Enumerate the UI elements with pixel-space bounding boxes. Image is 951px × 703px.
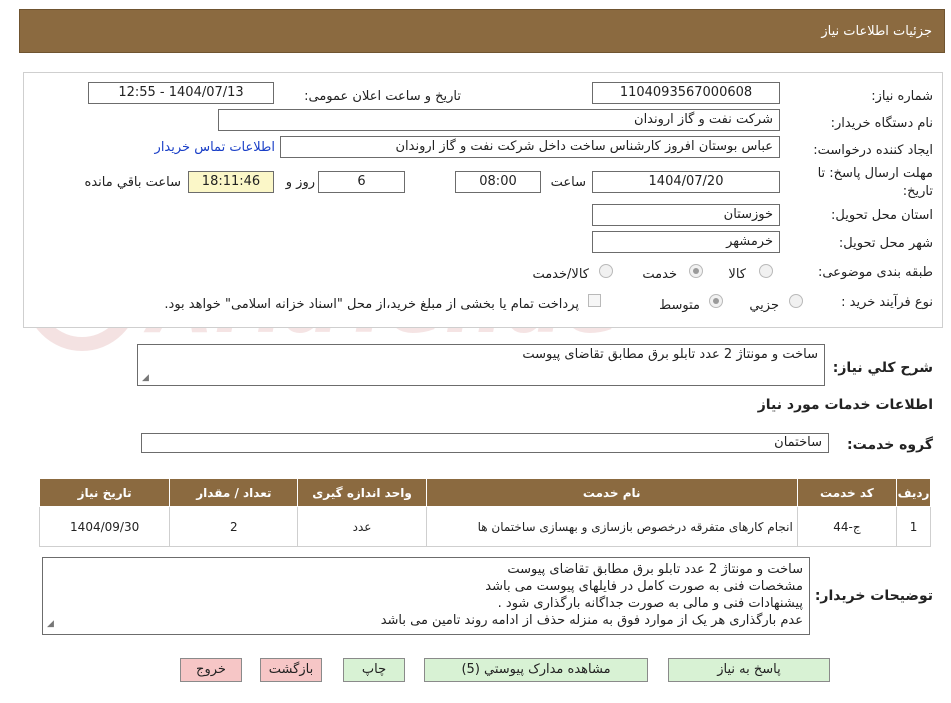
col-header-service-name: نام خدمت <box>425 478 798 507</box>
process-radio-minor[interactable] <box>789 294 803 308</box>
process-option-medium: متوسط <box>659 298 700 313</box>
buyer-notes-label: توضیحات خریدار: <box>814 588 933 604</box>
remaining-label: ساعت باقي مانده <box>84 175 181 190</box>
category-option-service: خدمت <box>642 267 677 282</box>
general-desc-label: شرح كلي نياز: <box>832 360 933 376</box>
deadline-time-label: ساعت <box>550 175 586 190</box>
buyer-org-field: شرکت نفت و گاز اروندان <box>218 109 780 131</box>
city-field: خرمشهر <box>592 231 780 253</box>
announce-datetime-field: 1404/07/13 - 12:55 <box>88 82 274 104</box>
service-group-field: ساختمان <box>141 433 829 453</box>
category-radio-goods-service[interactable] <box>599 264 613 278</box>
page-header: جزئیات اطلاعات نیاز <box>19 9 945 53</box>
buyer-notes-line-3: پیشنهادات فنی و مالی به صورت جداگانه بار… <box>497 596 803 611</box>
deadline-date-field: 1404/07/20 <box>592 171 780 193</box>
reply-button[interactable]: پاسخ به نیاز <box>668 658 830 682</box>
cell-service-name: انجام کارهای متفرقه درخصوص بازسازی و بهس… <box>425 506 798 547</box>
announce-datetime-label: تاریخ و ساعت اعلان عمومی: <box>304 89 461 104</box>
requester-field: عباس بوستان افروز کارشناس ساخت داخل شرکت… <box>280 136 780 158</box>
print-button[interactable]: چاپ <box>343 658 405 682</box>
days-remaining-field: 6 <box>318 171 405 193</box>
buyer-notes-textarea[interactable]: ساخت و مونتاژ 2 عدد تابلو برق مطابق تقاض… <box>42 557 810 635</box>
col-header-unit: واحد اندازه گیری <box>297 478 427 507</box>
province-label: استان محل تحویل: <box>831 208 933 223</box>
back-button[interactable]: بازگشت <box>260 658 322 682</box>
requester-label: ایجاد کننده درخواست: <box>813 143 933 158</box>
remaining-time-field: 18:11:46 <box>188 171 274 193</box>
process-option-minor: جزيي <box>749 298 779 313</box>
service-group-label: گروه خدمت: <box>847 437 933 453</box>
treasury-note: پرداخت تمام یا بخشی از مبلغ خرید،از محل … <box>164 297 579 312</box>
need-number-field: 1104093567000608 <box>592 82 780 104</box>
buyer-notes-line-1: ساخت و مونتاژ 2 عدد تابلو برق مطابق تقاض… <box>507 562 803 577</box>
services-section-title: اطلاعات خدمات مورد نیاز <box>757 397 933 413</box>
treasury-checkbox[interactable] <box>588 294 601 307</box>
cell-service-code: ج-44 <box>796 506 898 547</box>
view-attachments-button[interactable]: مشاهده مدارک پیوستي (5) <box>424 658 648 682</box>
cell-quantity: 2 <box>169 506 299 547</box>
resize-grip-icon[interactable]: ◢ <box>47 616 54 633</box>
deadline-time-field: 08:00 <box>455 171 541 193</box>
general-desc-textarea[interactable]: ساخت و مونتاژ 2 عدد تابلو برق مطابق تقاض… <box>137 344 825 386</box>
resize-grip-icon[interactable]: ◢ <box>142 373 149 383</box>
process-type-label: نوع فرآیند خرید : <box>841 295 933 310</box>
cell-unit: عدد <box>297 506 427 547</box>
col-header-service-code: کد خدمت <box>796 478 898 507</box>
general-desc-text: ساخت و مونتاژ 2 عدد تابلو برق مطابق تقاض… <box>522 347 818 362</box>
col-header-quantity: تعداد / مقدار <box>169 478 299 507</box>
cell-need-date: 1404/09/30 <box>38 506 171 547</box>
category-radio-service[interactable] <box>689 264 703 278</box>
table-row: 1 ج-44 انجام کارهای متفرقه درخصوص بازساز… <box>38 506 931 547</box>
need-number-label: شماره نیاز: <box>871 89 933 104</box>
province-field: خوزستان <box>592 204 780 226</box>
category-label: طبقه بندی موضوعی: <box>817 265 933 280</box>
buyer-org-label: نام دستگاه خریدار: <box>830 116 933 131</box>
buyer-notes-line-2: مشخصات فنی به صورت کامل در فایلهای پیوست… <box>485 579 803 594</box>
exit-button[interactable]: خروج <box>180 658 242 682</box>
buyer-contact-link[interactable]: اطلاعات تماس خریدار <box>155 140 275 155</box>
page-title: جزئیات اطلاعات نیاز <box>821 24 932 39</box>
col-header-need-date: تاریخ نیاز <box>38 478 171 507</box>
table-header-row: ردیف کد خدمت نام خدمت واحد اندازه گیری ت… <box>38 478 931 507</box>
process-radio-medium[interactable] <box>709 294 723 308</box>
city-label: شهر محل تحویل: <box>838 236 933 251</box>
cell-row-num: 1 <box>896 506 931 547</box>
category-option-goods: کالا <box>728 267 746 282</box>
services-table: ردیف کد خدمت نام خدمت واحد اندازه گیری ت… <box>38 478 931 547</box>
category-option-goods-service: کالا/خدمت <box>532 267 589 282</box>
deadline-label-line1: مهلت ارسال پاسخ: تا <box>817 166 933 181</box>
col-header-row-num: ردیف <box>896 478 931 507</box>
deadline-label-line2: تاریخ: <box>902 184 933 199</box>
buyer-notes-line-4: عدم بارگذاری هر یک از موارد فوق به منزله… <box>380 613 803 628</box>
days-and-label: روز و <box>285 175 315 190</box>
category-radio-goods[interactable] <box>759 264 773 278</box>
